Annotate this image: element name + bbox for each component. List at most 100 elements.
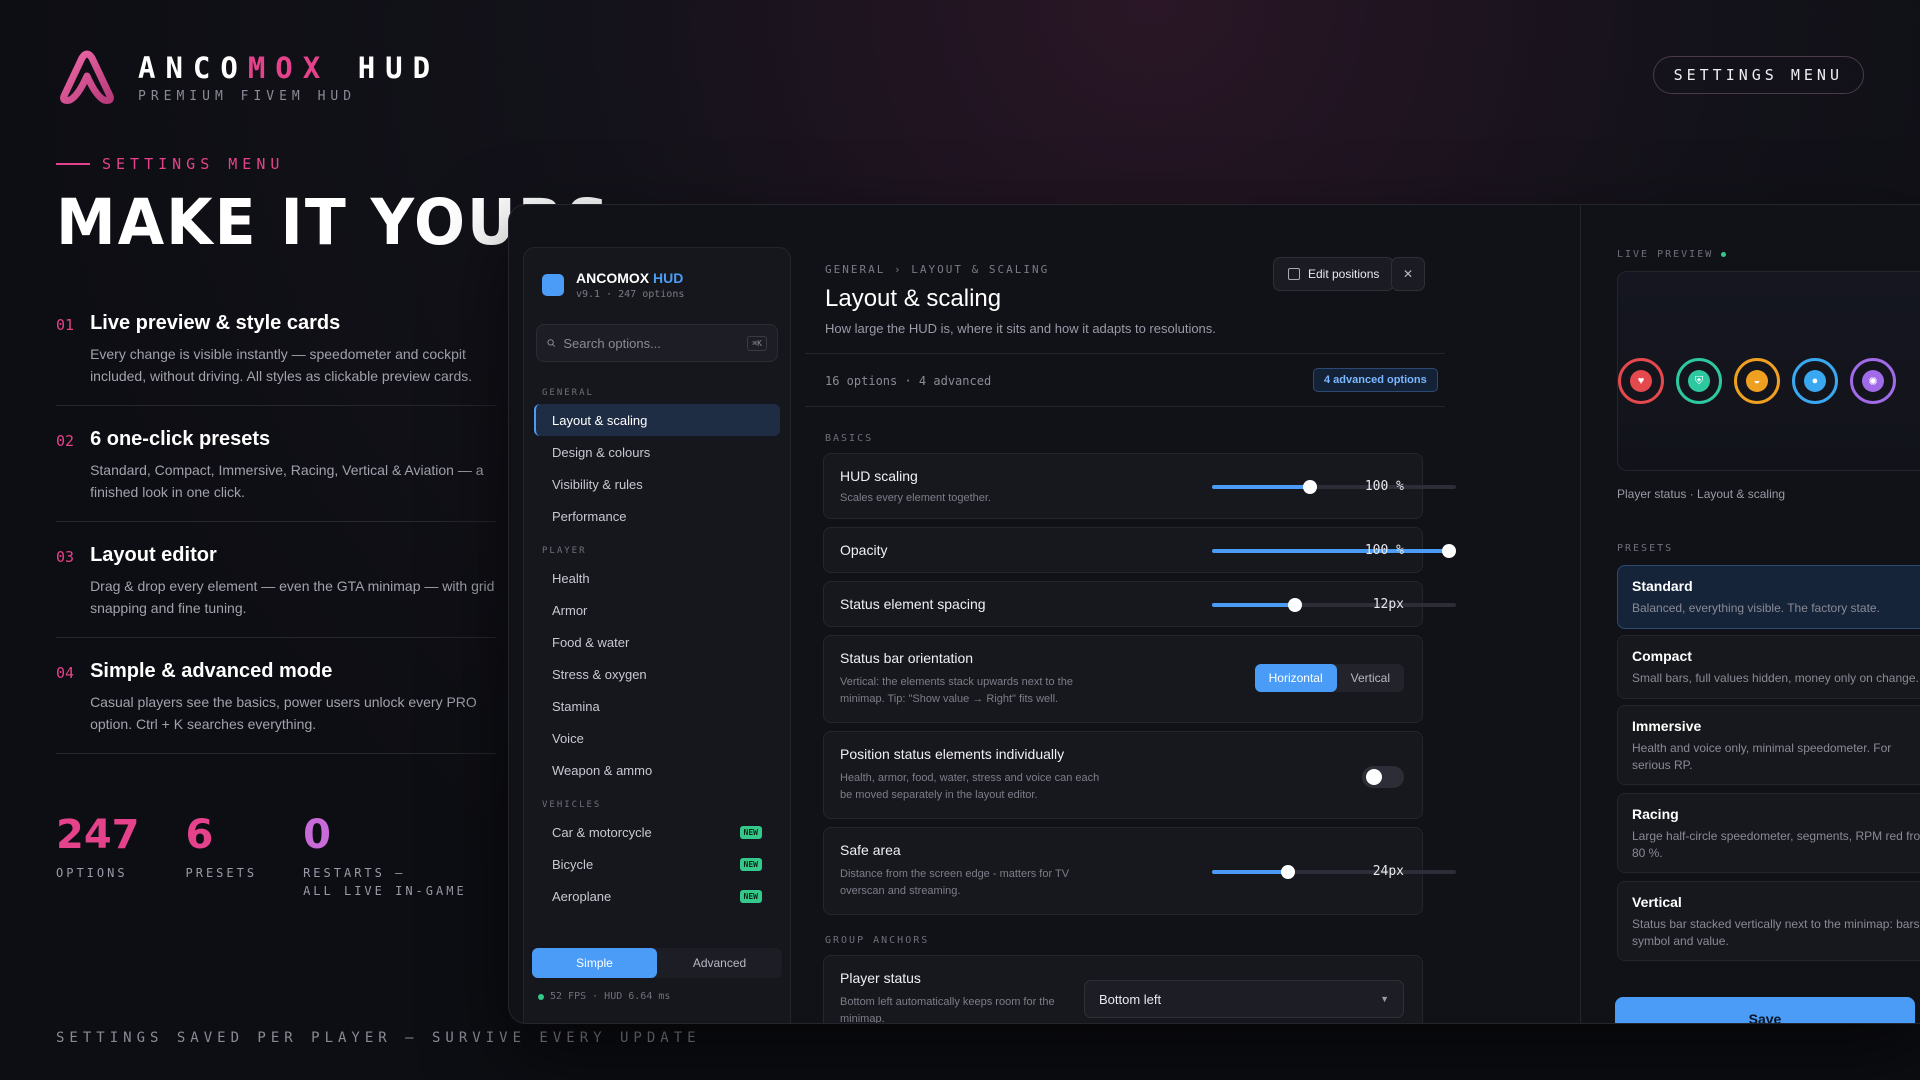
mode-switch: Simple Advanced: [532, 948, 782, 978]
sidebar-item-performance[interactable]: Performance: [534, 500, 780, 532]
brand-header: ANCOMOX HUD PREMIUM FIVEM HUD: [56, 46, 440, 108]
search-icon: [547, 339, 556, 347]
orientation-horizontal-button[interactable]: Horizontal: [1254, 664, 1337, 692]
slider-handle[interactable]: [1441, 544, 1456, 558]
individual-positions-toggle[interactable]: [1362, 766, 1404, 788]
settings-window: ANCOMOX HUD v9.1 · 247 options ⌘K GENERA…: [508, 204, 1920, 1024]
sidebar-item-voice[interactable]: Voice: [534, 722, 780, 754]
sidebar-item-bicycle[interactable]: Bicycle NEW: [534, 848, 780, 880]
sidebar-item-design-colours[interactable]: Design & colours: [534, 436, 780, 468]
preset-card-racing[interactable]: Racing Large half-circle speedometer, se…: [1617, 793, 1920, 873]
sidebar-item-weapon-ammo[interactable]: Weapon & ammo: [534, 754, 780, 786]
shortcut-hint: ⌘K: [747, 335, 767, 351]
brand-name: ANCOMOX HUD: [138, 50, 441, 85]
section-label-group-anchors: GROUP ANCHORS: [825, 935, 930, 946]
mode-advanced-button[interactable]: Advanced: [657, 948, 782, 978]
setting-title: HUD scaling: [840, 468, 918, 484]
feature-description: Drag & drop every element — even the GTA…: [90, 578, 495, 616]
advanced-options-badge[interactable]: 4 advanced options: [1313, 368, 1438, 392]
sidebar-item-armor[interactable]: Armor: [534, 594, 780, 626]
preset-title: Standard: [1632, 578, 1693, 594]
app-logo-icon: [542, 274, 564, 296]
setting-row-spacing: Status element spacing 12px: [823, 581, 1456, 627]
preset-description: Small bars, full values hidden, money on…: [1632, 671, 1919, 685]
sidebar-item-aeroplane[interactable]: Aeroplane NEW: [534, 880, 780, 912]
new-badge: NEW: [739, 825, 762, 839]
stat-value: 6: [185, 812, 214, 858]
stat-presets: 6 PRESETS: [186, 812, 258, 900]
spacing-slider[interactable]: [1212, 598, 1456, 612]
setting-title: Status element spacing: [840, 596, 986, 612]
feature-number: 01: [56, 316, 75, 334]
hud-scaling-slider[interactable]: [1212, 480, 1456, 494]
setting-value: 100 %: [1364, 543, 1404, 558]
breadcrumb: GENERAL › LAYOUT & SCALING: [825, 263, 1050, 276]
feature-description: Casual players see the basics, power use…: [90, 694, 477, 732]
main-panel: GENERAL › LAYOUT & SCALING Layout & scal…: [805, 205, 1581, 1023]
feature-number: 04: [56, 664, 75, 682]
preset-card-standard[interactable]: Standard Balanced, everything visible. T…: [1617, 565, 1920, 629]
sidebar-item-health[interactable]: Health: [534, 562, 780, 594]
feature-number: 03: [56, 548, 75, 566]
live-preview-canvas: ♥ ⛨ ◒ ● ✺: [1617, 271, 1920, 471]
setting-value: 24px: [1372, 864, 1404, 879]
sidebar-group-label: PLAYER: [542, 546, 587, 556]
kicker-line: [56, 163, 90, 165]
feature-description: Every change is visible instantly — spee…: [90, 346, 473, 384]
preset-card-vertical[interactable]: Vertical Status bar stacked vertically n…: [1617, 881, 1920, 961]
settings-menu-button[interactable]: SETTINGS MENU: [1652, 56, 1864, 94]
save-button[interactable]: Save: [1615, 997, 1915, 1023]
feature-item: 03 Layout editor Drag & drop every eleme…: [56, 544, 496, 638]
brand-subtitle: PREMIUM FIVEM HUD: [138, 88, 357, 104]
sidebar-item-stamina[interactable]: Stamina: [534, 690, 780, 722]
sidebar-item-food-water[interactable]: Food & water: [534, 626, 780, 658]
mode-simple-button[interactable]: Simple: [532, 948, 657, 978]
presets-label: PRESETS: [1617, 543, 1674, 554]
preset-card-compact[interactable]: Compact Small bars, full values hidden, …: [1617, 635, 1920, 699]
sidebar-item-stress-oxygen[interactable]: Stress & oxygen: [534, 658, 780, 690]
slider-handle[interactable]: [1287, 598, 1302, 612]
slider-handle[interactable]: [1280, 865, 1295, 879]
performance-footer: 52 FPS · HUD 6.64 ms: [538, 991, 670, 1002]
orientation-vertical-button[interactable]: Vertical: [1337, 664, 1404, 692]
sidebar-item-visibility-rules[interactable]: Visibility & rules: [534, 468, 780, 500]
ancomox-logo-icon: [60, 50, 114, 104]
sidebar-item-layout-scaling[interactable]: Layout & scaling: [534, 404, 780, 436]
sidebar-header: ANCOMOX HUD v9.1 · 247 options: [524, 248, 790, 318]
search-box[interactable]: ⌘K: [536, 324, 778, 362]
slider-fill: [1212, 603, 1295, 607]
page-title: Layout & scaling: [825, 285, 1002, 312]
stat-label: PRESETS: [185, 866, 258, 880]
feature-title: Layout editor: [90, 544, 217, 566]
section-label-basics: BASICS: [825, 433, 874, 444]
preset-card-immersive[interactable]: Immersive Health and voice only, minimal…: [1617, 705, 1920, 785]
feature-title: Live preview & style cards: [90, 312, 341, 334]
preset-title: Compact: [1632, 648, 1692, 664]
sidebar-group-label: GENERAL: [542, 388, 594, 398]
opacity-slider[interactable]: [1212, 544, 1456, 558]
checkbox-icon: [1288, 268, 1300, 280]
safe-area-slider[interactable]: [1212, 865, 1456, 879]
edit-positions-button[interactable]: Edit positions: [1273, 257, 1395, 291]
feature-list: 01 Live preview & style cards Every chan…: [56, 312, 496, 776]
stat-label: OPTIONS: [56, 866, 128, 880]
stat-label: RESTARTS — ALL LIVE IN-GAME: [303, 866, 467, 898]
sidebar-item-car-motorcycle[interactable]: Car & motorcycle NEW: [534, 816, 780, 848]
player-status-select[interactable]: Bottom left ▼: [1084, 980, 1404, 1018]
slider-handle[interactable]: [1302, 480, 1317, 494]
food-icon: ◒: [1734, 358, 1780, 404]
footer-note: SETTINGS SAVED PER PLAYER — SURVIVE EVER…: [56, 1030, 701, 1046]
section-kicker: SETTINGS MENU: [56, 155, 284, 173]
feature-description: Standard, Compact, Immersive, Racing, Ve…: [90, 462, 484, 500]
sidebar: ANCOMOX HUD v9.1 · 247 options ⌘K GENERA…: [523, 247, 791, 1023]
feature-item: 01 Live preview & style cards Every chan…: [56, 312, 496, 406]
search-input[interactable]: [563, 335, 740, 351]
options-count: 16 options · 4 advanced: [825, 374, 992, 388]
sidebar-title: ANCOMOX HUD: [576, 270, 684, 286]
close-button[interactable]: ✕: [1391, 257, 1425, 291]
feature-title: 6 one-click presets: [90, 428, 271, 450]
setting-row-hud-scaling: HUD scaling Scales every element togethe…: [823, 453, 1456, 519]
preset-title: Vertical: [1632, 894, 1682, 910]
new-badge: NEW: [739, 857, 762, 871]
stat-restarts: 0 RESTARTS — ALL LIVE IN-GAME: [303, 812, 467, 900]
